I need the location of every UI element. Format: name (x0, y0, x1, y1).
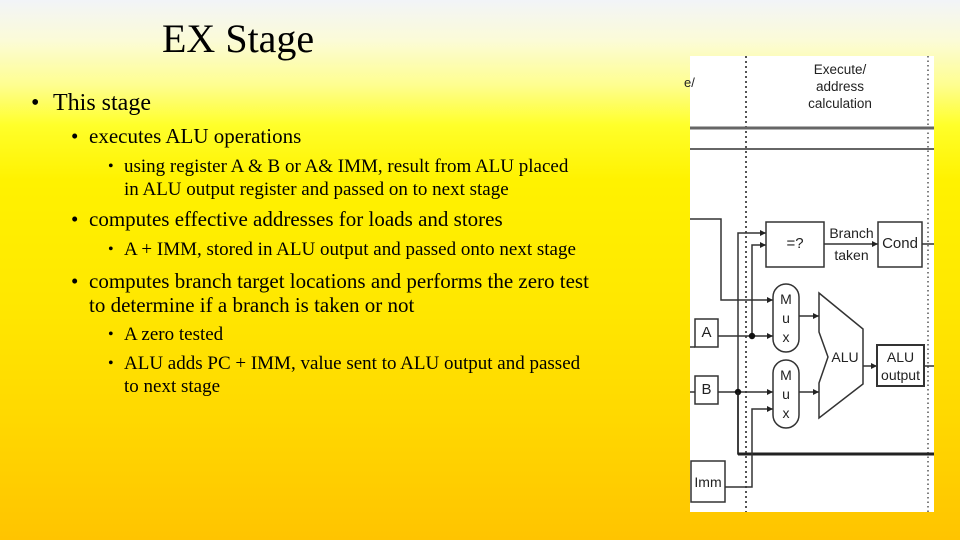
cond-label: Cond (882, 235, 918, 252)
bullet-text: A + IMM, stored in ALU output and passed… (124, 239, 576, 260)
bullet-icon: • (108, 158, 114, 175)
junction-dot (748, 332, 756, 340)
bullet-text-line: ALU adds PC + IMM, value sent to ALU out… (124, 353, 581, 374)
alu-output-label: ALU output (877, 348, 924, 384)
bullet-icon: • (108, 355, 114, 372)
branch-taken-label-top: Branch (829, 225, 874, 241)
npc-to-mux-wire (690, 218, 773, 303)
mux-letter: u (782, 386, 790, 402)
bullet-icon: • (71, 269, 79, 293)
bullet-text: This stage (53, 90, 151, 116)
mux-letter: M (780, 291, 792, 307)
bullet-text-line: using register A & B or A& IMM, result f… (124, 156, 569, 177)
bullet-icon: • (31, 90, 40, 116)
bullet-icon: • (108, 241, 114, 258)
mux-letter: M (780, 367, 792, 383)
alu-output-label-line: output (881, 367, 920, 383)
mux-bottom-label: M u x (773, 366, 799, 423)
bullet-text: A zero tested (124, 324, 224, 345)
imm-label: Imm (694, 474, 722, 490)
mux-top-label: M u x (773, 290, 799, 347)
bullet-icon: • (71, 207, 79, 231)
bullet-item: • computes branch target locations and p… (71, 269, 589, 317)
bullet-item: • computes effective addresses for loads… (71, 207, 503, 231)
slide-title: EX Stage (162, 16, 315, 61)
prev-stage-label-fragment: e/ (684, 75, 695, 90)
bullet-text: executes ALU operations (89, 124, 302, 148)
bullet-icon: • (71, 124, 79, 148)
bullet-item: • using register A & B or A& IMM, result… (108, 155, 569, 201)
ex-stage-datapath-diagram: e/ Execute/ address calculation =? Branc… (684, 56, 934, 512)
bullet-text-line: in ALU output register and passed on to … (124, 179, 509, 200)
bullet-item: • A + IMM, stored in ALU output and pass… (108, 238, 576, 261)
stage-header-line: calculation (808, 96, 872, 111)
alu-label: ALU (831, 349, 859, 365)
mux-letter: x (782, 405, 790, 421)
mux-letter: u (782, 310, 790, 326)
register-a-label: A (701, 324, 712, 341)
stage-header-label: Execute/ address calculation (794, 61, 886, 112)
bullet-text: computes effective addresses for loads a… (89, 207, 503, 231)
bullet-text-line: computes branch target locations and per… (89, 269, 589, 293)
bullet-item: • executes ALU operations (71, 124, 302, 148)
bullet-item: • A zero tested (108, 323, 224, 346)
branch-taken-label-bottom: taken (834, 247, 869, 263)
imm-to-mux-wire (725, 406, 773, 488)
stage-header-line: Execute/ (813, 62, 867, 77)
bullet-text-line: to next stage (124, 376, 221, 397)
zero-test-label: =? (786, 235, 804, 252)
mux-letter: x (782, 329, 790, 345)
datapath-wires (690, 56, 934, 512)
bullet-icon: • (108, 326, 114, 343)
bullet-item: • This stage (31, 89, 151, 117)
alu-output-label-line: ALU (886, 349, 915, 365)
a-to-zero-test-wire (751, 242, 766, 336)
stage-header-line: address (815, 79, 865, 94)
bullet-text-line: to determine if a branch is taken or not (89, 293, 415, 317)
bullet-item: • ALU adds PC + IMM, value sent to ALU o… (108, 352, 581, 398)
register-b-label: B (701, 381, 712, 398)
